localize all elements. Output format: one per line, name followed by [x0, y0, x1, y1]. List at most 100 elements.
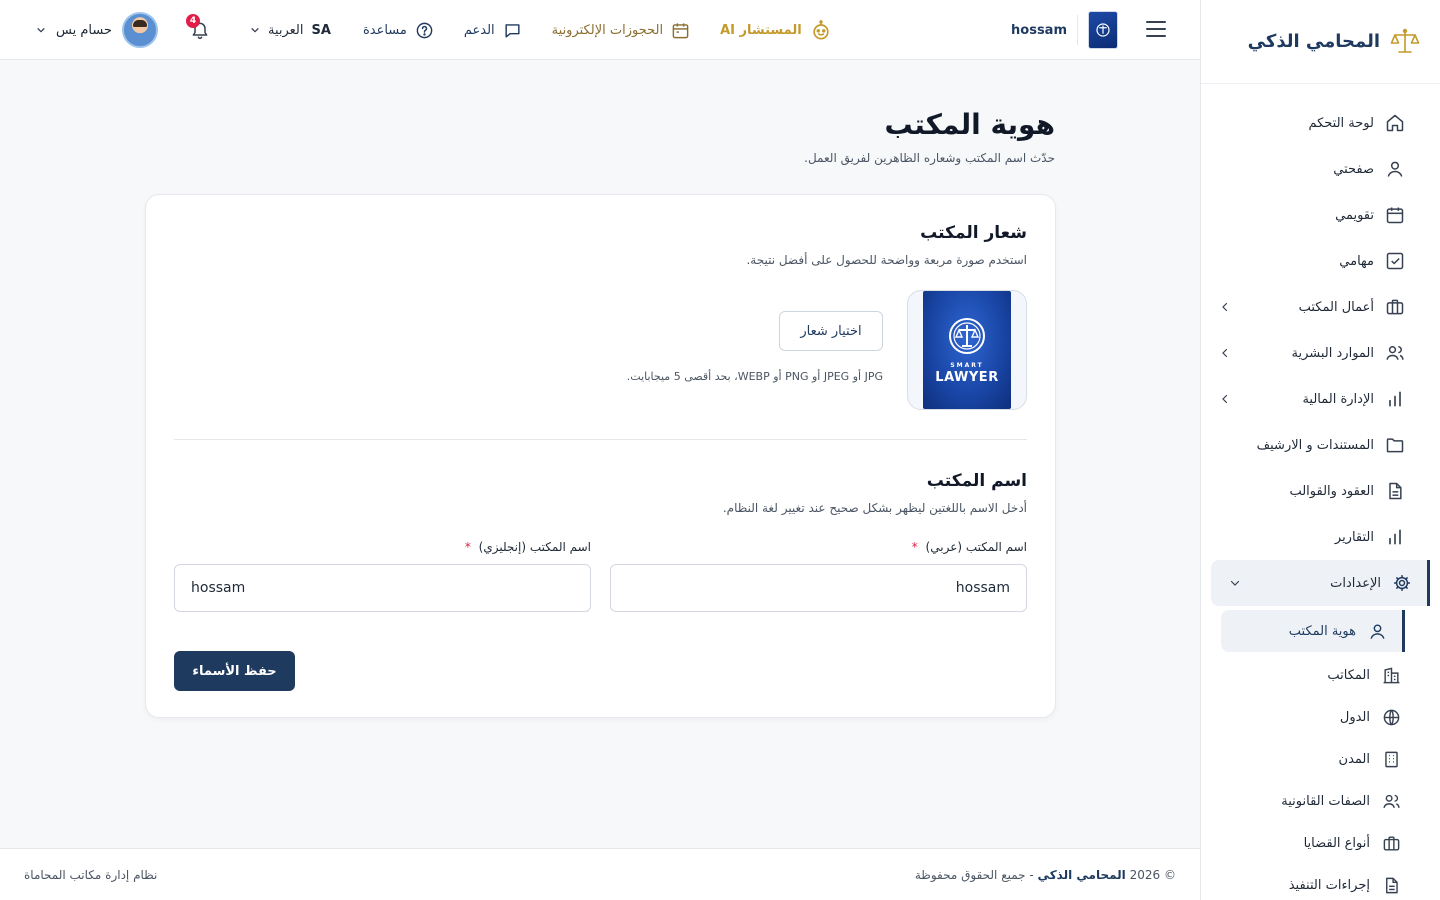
- scales-emblem-icon: [947, 316, 987, 356]
- sidebar-item-reports[interactable]: التقارير: [1201, 514, 1430, 560]
- sidebar-item-label: الموارد البشرية: [1291, 345, 1374, 361]
- avatar: [121, 12, 158, 48]
- calendar-icon: [1384, 204, 1406, 226]
- calendar-icon: [671, 21, 690, 40]
- user-menu[interactable]: حسام يس: [36, 12, 158, 48]
- save-names-button[interactable]: حفظ الأسماء: [174, 651, 295, 691]
- chevron-down-icon: [1229, 577, 1241, 589]
- user-icon: [1366, 620, 1388, 642]
- notification-badge: 4: [185, 14, 200, 28]
- home-icon: [1384, 112, 1406, 134]
- arabic-name-label-text: اسم المكتب (عربي): [925, 540, 1027, 554]
- sidebar-item-label: المستندات و الارشيف: [1256, 437, 1374, 453]
- language-label: العربية: [267, 22, 304, 38]
- document-icon: [1384, 480, 1406, 502]
- office-identity-card: شعار المكتب استخدم صورة مربعة وواضحة للح…: [145, 194, 1056, 718]
- chart-icon: [1384, 526, 1406, 548]
- main-content: هوية المكتب حدّث اسم المكتب وشعاره الظاه…: [0, 60, 1200, 848]
- settings-submenu: هوية المكتب المكاتب الدول المدن الصفات ا…: [1201, 610, 1440, 900]
- sidebar-item-finance[interactable]: الإدارة المالية: [1201, 376, 1430, 422]
- footer-brand: المحامي الذكي: [1037, 867, 1126, 882]
- chevron-left-icon: [1219, 393, 1231, 405]
- office-logo-image: SMART LAWYER: [923, 291, 1011, 409]
- briefcase-icon: [1384, 296, 1406, 318]
- arabic-name-field: اسم المكتب (عربي) *: [610, 540, 1027, 612]
- sidebar-subitem-label: المدن: [1338, 751, 1370, 767]
- sidebar-item-contracts[interactable]: العقود والقوالب: [1201, 468, 1430, 514]
- page-header: هوية المكتب حدّث اسم المكتب وشعاره الظاه…: [804, 108, 1055, 165]
- logo-preview: SMART LAWYER: [907, 290, 1027, 410]
- checkbox-icon: [1384, 250, 1406, 272]
- folder-icon: [1384, 434, 1406, 456]
- sidebar-item-hr[interactable]: الموارد البشرية: [1201, 330, 1430, 376]
- footer-system-name: نظام إدارة مكاتب المحاماة: [24, 867, 158, 882]
- sidebar-item-tasks[interactable]: مهامي: [1201, 238, 1430, 284]
- sidebar-subitem-execution-procedures[interactable]: إجراءات التنفيذ: [1201, 864, 1440, 900]
- choose-logo-button[interactable]: اختيار شعار: [779, 311, 883, 351]
- english-name-label: اسم المكتب (إنجليزي) *: [174, 540, 591, 554]
- page-title: هوية المكتب: [884, 108, 1055, 141]
- sidebar-subitem-offices[interactable]: المكاتب: [1201, 654, 1440, 696]
- logo-section-title: شعار المكتب: [920, 223, 1027, 243]
- sidebar-item-office-work[interactable]: أعمال المكتب: [1201, 284, 1430, 330]
- sidebar-item-dashboard[interactable]: لوحة التحكم: [1201, 100, 1430, 146]
- scales-logo-icon: [1390, 27, 1420, 57]
- sidebar-subitem-office-identity[interactable]: هوية المكتب: [1221, 610, 1405, 652]
- arabic-name-label: اسم المكتب (عربي) *: [610, 540, 1027, 554]
- user-icon: [1384, 158, 1406, 180]
- language-selector[interactable]: SA العربية: [250, 23, 331, 38]
- sidebar-subitem-label: الصفات القانونية: [1281, 793, 1370, 809]
- support-label: الدعم: [463, 22, 495, 38]
- online-bookings-link[interactable]: الحجوزات الإلكترونية: [552, 21, 690, 40]
- required-mark: *: [464, 540, 471, 554]
- sidebar-item-calendar[interactable]: تقويمي: [1201, 192, 1430, 238]
- notifications-button[interactable]: 4: [185, 14, 210, 40]
- sidebar-item-label: الإدارة المالية: [1302, 391, 1374, 407]
- sidebar-item-my-page[interactable]: صفحتي: [1201, 146, 1430, 192]
- footer: © 2026 المحامي الذكي - جميع الحقوق محفوظ…: [0, 848, 1200, 900]
- required-mark: *: [911, 540, 918, 554]
- sidebar-item-label: أعمال المكتب: [1298, 299, 1374, 315]
- footer-copyright: © 2026 المحامي الذكي - جميع الحقوق محفوظ…: [915, 868, 1176, 882]
- name-section-title: اسم المكتب: [926, 471, 1027, 491]
- office-switcher[interactable]: hossam: [1011, 11, 1118, 49]
- logo-text-smart: SMART: [950, 361, 984, 369]
- chat-bubble-icon: [503, 21, 522, 40]
- sidebar-subitem-cities[interactable]: المدن: [1201, 738, 1440, 780]
- english-name-input[interactable]: [174, 564, 591, 612]
- ai-advisor-link[interactable]: المستشار AI: [720, 20, 832, 40]
- arabic-name-input[interactable]: [610, 564, 1027, 612]
- page-subtitle: حدّث اسم المكتب وشعاره الظاهرين لفريق ال…: [804, 151, 1055, 165]
- building-icon: [1380, 664, 1402, 686]
- brand[interactable]: المحامي الذكي: [1201, 0, 1440, 84]
- sidebar-item-label: الإعدادات: [1330, 575, 1381, 591]
- sidebar-subitem-countries[interactable]: الدول: [1201, 696, 1440, 738]
- help-link[interactable]: مساعدة: [363, 21, 434, 40]
- section-divider: [174, 439, 1027, 440]
- sidebar-subitem-label: إجراءات التنفيذ: [1288, 877, 1370, 893]
- logo-file-hint: JPG أو JPEG أو PNG أو WEBP، بحد أقصى 5 م…: [626, 370, 883, 383]
- top-navigation: حسام يس 4 SA العربية مساعدة الدعم الحجوز…: [36, 0, 832, 60]
- sidebar-item-label: مهامي: [1339, 253, 1374, 269]
- logo-section-subtitle: استخدم صورة مربعة وواضحة للحصول على أفضل…: [746, 253, 1027, 267]
- question-circle-icon: [415, 21, 434, 40]
- office-name: hossam: [1011, 22, 1067, 38]
- sidebar-subitem-legal-capacities[interactable]: الصفات القانونية: [1201, 780, 1440, 822]
- sidebar-item-settings[interactable]: الإعدادات: [1211, 560, 1430, 606]
- city-icon: [1380, 748, 1402, 770]
- sidebar-subitem-label: المكاتب: [1327, 667, 1370, 683]
- office-logo-thumbnail: [1088, 11, 1118, 49]
- menu-icon[interactable]: [1146, 20, 1166, 38]
- sidebar-item-label: لوحة التحكم: [1308, 115, 1374, 131]
- chevron-left-icon: [1219, 347, 1231, 359]
- sidebar-subitem-case-types[interactable]: أنواع القضايا: [1201, 822, 1440, 864]
- document-icon: [1380, 874, 1402, 896]
- sidebar-subitem-label: هوية المكتب: [1288, 623, 1356, 639]
- chevron-down-icon: [250, 25, 260, 35]
- support-link[interactable]: الدعم: [464, 21, 522, 40]
- footer-rights: - جميع الحقوق محفوظة: [914, 867, 1034, 882]
- sidebar-item-documents[interactable]: المستندات و الارشيف: [1201, 422, 1430, 468]
- sidebar-subitem-label: أنواع القضايا: [1303, 835, 1370, 851]
- briefcase-icon: [1380, 832, 1402, 854]
- logo-text-lawyer: LAWYER: [935, 369, 999, 385]
